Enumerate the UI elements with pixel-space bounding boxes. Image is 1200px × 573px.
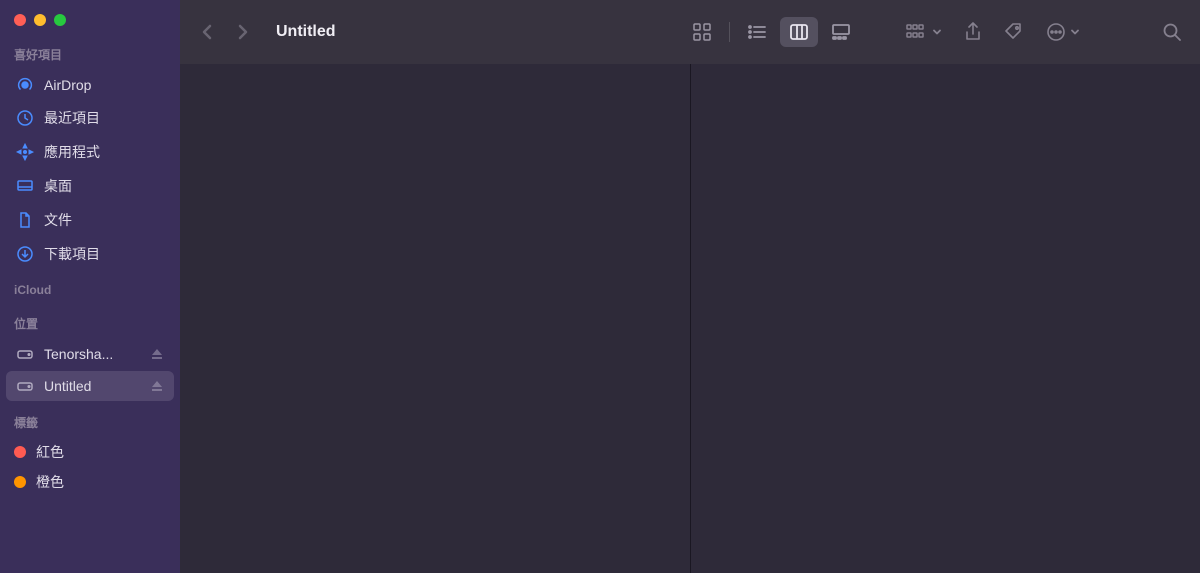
sidebar-item-airdrop[interactable]: AirDrop xyxy=(6,70,174,100)
chevron-down-icon xyxy=(932,27,942,37)
icon-view-button[interactable] xyxy=(683,17,721,47)
share-button[interactable] xyxy=(964,22,982,42)
search-button[interactable] xyxy=(1162,22,1182,42)
sidebar-item-documents[interactable]: 文件 xyxy=(6,204,174,236)
tag-dot-orange xyxy=(14,476,26,488)
sidebar-item-label: 應用程式 xyxy=(44,142,164,162)
sidebar: 喜好項目 AirDrop 最近項目 應用程式 xyxy=(0,0,180,573)
sidebar-item-desktop[interactable]: 桌面 xyxy=(6,170,174,202)
sidebar-item-downloads[interactable]: 下載項目 xyxy=(6,238,174,270)
apps-icon xyxy=(16,143,34,161)
eject-icon[interactable] xyxy=(150,379,164,393)
section-locations-header: 位置 xyxy=(0,303,180,338)
close-window-button[interactable] xyxy=(14,14,26,26)
edit-tags-button[interactable] xyxy=(1004,22,1024,42)
desktop-icon xyxy=(16,177,34,195)
divider xyxy=(729,22,730,42)
section-tags-header: 標籤 xyxy=(0,402,180,437)
airdrop-icon xyxy=(16,76,34,94)
download-icon xyxy=(16,245,34,263)
tag-item-red[interactable]: 紅色 xyxy=(0,437,180,467)
sidebar-item-label: AirDrop xyxy=(44,77,164,93)
document-icon xyxy=(16,211,34,229)
sidebar-item-applications[interactable]: 應用程式 xyxy=(6,136,174,168)
back-button[interactable] xyxy=(198,23,216,41)
view-mode-group xyxy=(683,17,860,47)
column-2[interactable] xyxy=(691,64,1200,573)
section-favorites-header: 喜好項目 xyxy=(0,34,180,69)
minimize-window-button[interactable] xyxy=(34,14,46,26)
main-area: Untitled xyxy=(180,0,1200,573)
sidebar-item-recents[interactable]: 最近項目 xyxy=(6,102,174,134)
tag-item-orange[interactable]: 橙色 xyxy=(0,467,180,497)
sidebar-item-label: Untitled xyxy=(44,378,140,394)
tag-dot-red xyxy=(14,446,26,458)
sidebar-item-label: Tenorsha... xyxy=(44,346,140,362)
column-view-button[interactable] xyxy=(780,17,818,47)
disk-icon xyxy=(16,377,34,395)
eject-icon[interactable] xyxy=(150,347,164,361)
nav-buttons xyxy=(198,23,252,41)
window-title: Untitled xyxy=(276,23,677,41)
maximize-window-button[interactable] xyxy=(54,14,66,26)
gallery-view-button[interactable] xyxy=(822,17,860,47)
sidebar-item-disk-untitled[interactable]: Untitled xyxy=(6,371,174,401)
tag-label: 紅色 xyxy=(36,442,64,462)
sidebar-item-label: 文件 xyxy=(44,210,164,230)
tag-label: 橙色 xyxy=(36,472,64,492)
group-by-button[interactable] xyxy=(906,23,942,41)
sidebar-item-label: 下載項目 xyxy=(44,244,164,264)
sidebar-item-label: 最近項目 xyxy=(44,108,164,128)
chevron-down-icon xyxy=(1070,27,1080,37)
toolbar-actions xyxy=(906,22,1182,42)
list-view-button[interactable] xyxy=(738,17,776,47)
section-icloud-header: iCloud xyxy=(0,271,180,303)
disk-icon xyxy=(16,345,34,363)
sidebar-item-disk-tenorshare[interactable]: Tenorsha... xyxy=(6,339,174,369)
sidebar-item-label: 桌面 xyxy=(44,176,164,196)
clock-icon xyxy=(16,109,34,127)
action-menu-button[interactable] xyxy=(1046,22,1080,42)
column-1[interactable] xyxy=(180,64,691,573)
forward-button[interactable] xyxy=(234,23,252,41)
window-controls xyxy=(0,0,180,34)
toolbar: Untitled xyxy=(180,0,1200,64)
content-area xyxy=(180,64,1200,573)
